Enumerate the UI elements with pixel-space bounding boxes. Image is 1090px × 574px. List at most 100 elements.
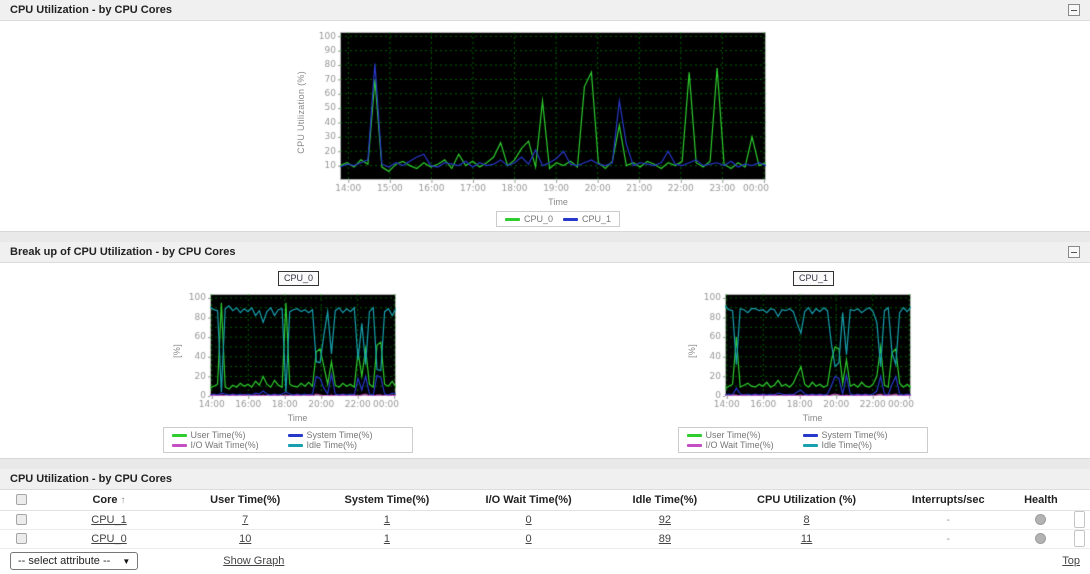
- iowait-time-value[interactable]: 0: [526, 514, 532, 526]
- iowait-time-value[interactable]: 0: [526, 533, 532, 545]
- column-header-user-time: User Time(%): [174, 490, 317, 511]
- legend-swatch-iowait: [686, 443, 702, 447]
- top-link[interactable]: Top: [1062, 555, 1080, 567]
- cpu-cores-table: Core ↑ User Time(%) System Time(%) I/O Wa…: [0, 490, 1090, 549]
- interrupts-value: -: [946, 532, 951, 545]
- collapse-icon[interactable]: [1068, 246, 1080, 258]
- cpu-utilization-chart[interactable]: [306, 27, 774, 197]
- core-link[interactable]: CPU_1: [91, 514, 126, 526]
- column-header-iowait-time: I/O Wait Time(%): [457, 490, 600, 511]
- legend-item: I/O Wait Time(%): [171, 440, 284, 450]
- legend-label: User Time(%): [190, 430, 246, 440]
- legend-label: System Time(%): [821, 430, 888, 440]
- legend-label: I/O Wait Time(%): [190, 440, 259, 450]
- x-axis-label: Time: [548, 197, 568, 207]
- system-time-value[interactable]: 1: [384, 533, 390, 545]
- y-axis-label: [%]: [171, 344, 182, 358]
- column-header-actions: [1068, 490, 1090, 511]
- panel-cpu-table: CPU Utilization - by CPU Cores Core ↑ Use…: [0, 469, 1090, 574]
- legend-label: Idle Time(%): [821, 440, 873, 450]
- breakup-chart-cpu0: CPU_0 [%] Time User Time(%) System Time(…: [162, 271, 413, 453]
- legend-swatch-user: [686, 433, 702, 437]
- chart-title-box: CPU_0: [277, 271, 319, 286]
- legend-item: System Time(%): [802, 430, 915, 440]
- panel-cpu-utilization-header: CPU Utilization - by CPU Cores: [0, 0, 1090, 21]
- y-axis-label: [%]: [686, 344, 697, 358]
- legend-item: CPU_1: [563, 214, 611, 224]
- column-header-cpu-utilization: CPU Utilization (%): [730, 490, 883, 511]
- table-row: CPU_0 10 1 0 89 11 -: [0, 529, 1090, 549]
- y-axis-label: CPU Utilization (%): [296, 70, 306, 154]
- user-time-value[interactable]: 7: [242, 514, 248, 526]
- legend-label: CPU_0: [523, 214, 553, 224]
- legend-item: System Time(%): [287, 430, 400, 440]
- idle-time-value[interactable]: 89: [659, 533, 671, 545]
- legend-swatch-system: [802, 433, 818, 437]
- legend-label: I/O Wait Time(%): [705, 440, 774, 450]
- panel-table-header: CPU Utilization - by CPU Cores: [0, 469, 1090, 490]
- legend-swatch-iowait: [171, 443, 187, 447]
- table-footer-bar: -- select attribute -- ▼ Show Graph Top: [0, 548, 1090, 574]
- cpu0-breakup-chart[interactable]: [181, 289, 404, 413]
- legend-swatch-cpu0: [504, 217, 520, 221]
- show-graph-link[interactable]: Show Graph: [223, 555, 284, 567]
- chevron-down-icon: ▼: [122, 556, 131, 566]
- select-all-cell: [0, 490, 44, 511]
- legend-label: System Time(%): [306, 430, 373, 440]
- legend-label: User Time(%): [705, 430, 761, 440]
- attribute-select[interactable]: -- select attribute -- ▼: [10, 552, 139, 570]
- breakup-chart-cpu1: CPU_1 [%] Time User Time(%) System Time(…: [677, 271, 928, 453]
- core-link[interactable]: CPU_0: [91, 533, 126, 545]
- column-header-system-time: System Time(%): [316, 490, 458, 511]
- column-header-health: Health: [1013, 490, 1069, 511]
- panel-title: CPU Utilization - by CPU Cores: [10, 4, 172, 16]
- health-status-icon: [1035, 514, 1047, 526]
- legend-item: Idle Time(%): [802, 440, 915, 450]
- select-all-checkbox[interactable]: [16, 494, 28, 506]
- legend-swatch-user: [171, 433, 187, 437]
- panel-breakup: Break up of CPU Utilization - by CPU Cor…: [0, 242, 1090, 459]
- panel-gap: [0, 459, 1090, 469]
- legend-swatch-cpu1: [563, 217, 578, 221]
- cpu1-breakup-chart[interactable]: [696, 289, 919, 413]
- attribute-select-label: -- select attribute --: [18, 555, 111, 567]
- chart-legend: CPU_0 CPU_1: [495, 211, 621, 227]
- sort-asc-icon: ↑: [120, 494, 126, 506]
- cpu-utilization-value[interactable]: 11: [801, 533, 812, 545]
- legend-label: CPU_1: [582, 214, 612, 224]
- legend-item: User Time(%): [171, 430, 284, 440]
- panel-breakup-header: Break up of CPU Utilization - by CPU Cor…: [0, 242, 1090, 263]
- column-header-interrupts: Interrupts/sec: [882, 490, 1014, 511]
- chart-title-box: CPU_1: [792, 271, 834, 286]
- panel-gap: [0, 232, 1090, 242]
- legend-item: Idle Time(%): [287, 440, 400, 450]
- panel-cpu-utilization: CPU Utilization - by CPU Cores CPU Utili…: [0, 0, 1090, 232]
- panel-title: CPU Utilization - by CPU Cores: [10, 473, 172, 485]
- idle-time-value[interactable]: 92: [659, 514, 671, 526]
- column-header-core[interactable]: Core ↑: [43, 490, 175, 511]
- legend-item: User Time(%): [686, 430, 799, 440]
- legend-item: I/O Wait Time(%): [686, 440, 799, 450]
- column-header-idle-time: Idle Time(%): [599, 490, 731, 511]
- x-axis-label: Time: [287, 413, 308, 423]
- user-time-value[interactable]: 10: [239, 533, 251, 545]
- table-row: CPU_1 7 1 0 92 8 -: [0, 510, 1090, 530]
- legend-swatch-idle: [802, 443, 818, 447]
- collapse-icon[interactable]: [1068, 4, 1080, 16]
- system-time-value[interactable]: 1: [384, 514, 390, 526]
- health-status-icon: [1035, 533, 1047, 545]
- row-checkbox[interactable]: [16, 514, 28, 526]
- cpu-utilization-chart-area: CPU Utilization (%) Time CPU_0 CPU_1: [0, 21, 1090, 235]
- x-axis-label: Time: [802, 413, 823, 423]
- chart-legend: User Time(%) System Time(%) I/O Wait Tim…: [677, 427, 928, 453]
- legend-item: CPU_0: [504, 214, 553, 224]
- legend-swatch-idle: [287, 443, 303, 447]
- traffic-light-icon[interactable]: [1073, 511, 1085, 528]
- legend-swatch-system: [287, 433, 303, 437]
- row-checkbox[interactable]: [16, 533, 28, 545]
- interrupts-value: -: [946, 513, 951, 526]
- traffic-light-icon[interactable]: [1073, 530, 1085, 547]
- cpu-utilization-value[interactable]: 8: [803, 514, 809, 526]
- chart-legend: User Time(%) System Time(%) I/O Wait Tim…: [162, 427, 413, 453]
- table-header-row: Core ↑ User Time(%) System Time(%) I/O Wa…: [0, 490, 1090, 511]
